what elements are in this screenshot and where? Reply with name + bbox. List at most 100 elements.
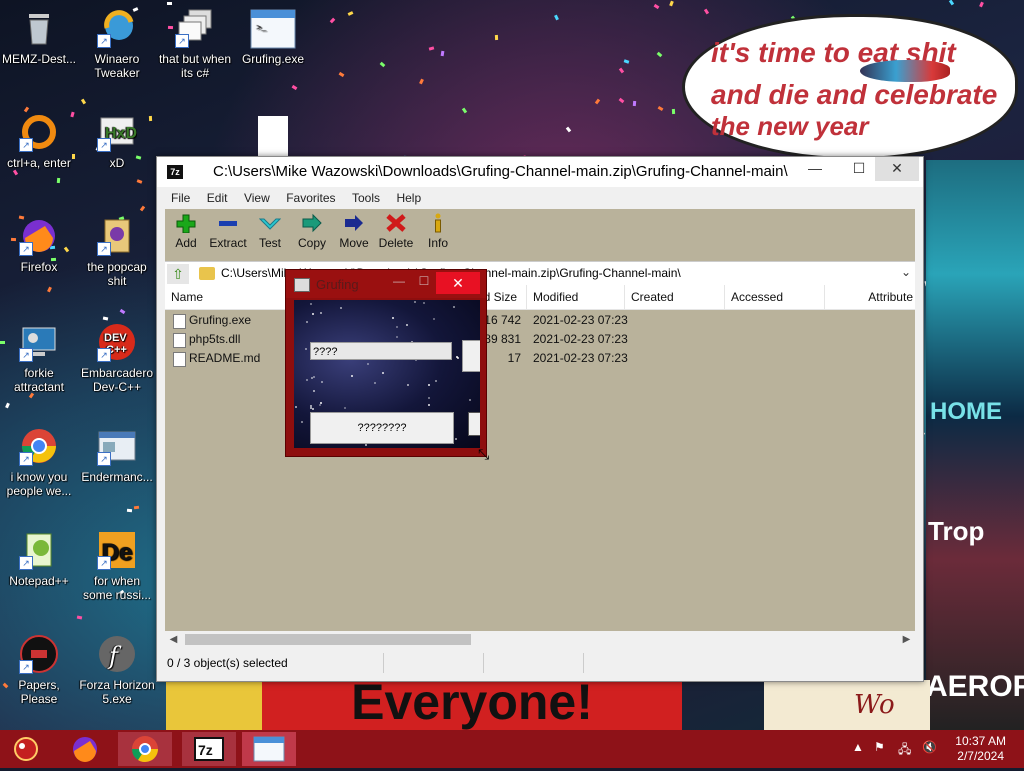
desktop-icon-devcpp[interactable]: DEV C++ ↗ Embarcadero Dev-C++ bbox=[78, 322, 156, 394]
star bbox=[428, 384, 430, 386]
horizontal-scrollbar[interactable]: ◀ ▶ bbox=[165, 631, 915, 648]
flag-icon[interactable]: ⚑ bbox=[874, 740, 885, 754]
grufing-side-button[interactable] bbox=[462, 340, 480, 372]
shortcut-arrow-icon: ↗ bbox=[97, 138, 111, 152]
network-icon[interactable]: 🖧 bbox=[898, 740, 911, 761]
desktop-icon-firefox[interactable]: ↗ Firefox bbox=[0, 216, 78, 274]
column-header-created[interactable]: Created bbox=[625, 285, 725, 309]
confetti-piece bbox=[80, 98, 87, 105]
confetti-piece bbox=[565, 126, 572, 133]
folder-up-button[interactable]: ⇧ bbox=[167, 264, 189, 284]
desktop-icon-label: the popcap shit bbox=[87, 260, 147, 288]
volume-muted-icon[interactable]: 🔇 bbox=[922, 740, 937, 754]
exe-file-icon bbox=[173, 314, 186, 329]
confetti-piece bbox=[632, 100, 637, 107]
desktop-icon-forkie[interactable]: ↗ forkie attractant bbox=[0, 322, 78, 394]
star bbox=[306, 379, 308, 381]
grufing-close-button[interactable]: ✕ bbox=[436, 272, 480, 294]
desktop-icon-chrome[interactable]: ↗ i know you people we... bbox=[0, 426, 78, 498]
folder-icon bbox=[199, 267, 215, 280]
desktop-icon-endermanch[interactable]: ↗ Endermanc... bbox=[78, 426, 156, 484]
taskbar-firefox[interactable] bbox=[58, 732, 112, 766]
star bbox=[456, 356, 458, 358]
star bbox=[428, 397, 430, 399]
maximize-button[interactable]: ☐ bbox=[412, 274, 436, 292]
chevron-down-icon[interactable]: ⌄ bbox=[901, 265, 911, 279]
confetti-piece bbox=[419, 78, 424, 85]
file-row[interactable]: php5ts.dll 89 831 2021-02-23 07:23 bbox=[165, 330, 915, 349]
desktop-icon-notepadpp[interactable]: ↗ Notepad++ bbox=[0, 530, 78, 588]
star bbox=[396, 336, 398, 338]
menu-view[interactable]: View bbox=[238, 187, 276, 209]
taskbar-7zip[interactable]: 7z bbox=[182, 732, 236, 766]
resize-cursor-icon: ⤡ bbox=[478, 446, 490, 462]
column-header-accessed[interactable]: Accessed bbox=[725, 285, 825, 309]
menu-edit[interactable]: Edit bbox=[201, 187, 234, 209]
grufing-titlebar[interactable]: Grufing — ☐ ✕ bbox=[286, 270, 486, 298]
menu-tools[interactable]: Tools bbox=[346, 187, 386, 209]
desktop-icon-winaero[interactable]: ↗ Winaero Tweaker bbox=[78, 8, 156, 80]
move-label: Move bbox=[339, 236, 369, 250]
desktop-icon-memz[interactable]: MEMZ-Dest... bbox=[0, 8, 78, 66]
app-window-icon bbox=[294, 278, 310, 292]
confetti-piece bbox=[119, 308, 126, 315]
taskbar-chrome[interactable] bbox=[118, 732, 172, 766]
add-button[interactable]: Add bbox=[165, 211, 207, 250]
desktop-icon-ctrl-a[interactable]: ↗ ctrl+a, enter bbox=[0, 112, 78, 170]
desktop-icon-popcap[interactable]: ↗ the popcap shit bbox=[78, 216, 156, 288]
confetti-piece bbox=[56, 177, 61, 184]
copy-button[interactable]: Copy bbox=[291, 211, 333, 250]
grufing-small-button[interactable] bbox=[468, 412, 480, 436]
show-hidden-icons-chevron-icon[interactable]: ▲ bbox=[852, 740, 864, 754]
grufing-main-button[interactable]: ???????? bbox=[310, 412, 454, 444]
menu-file[interactable]: File bbox=[165, 187, 196, 209]
column-header-attributes[interactable]: Attribute bbox=[825, 285, 915, 309]
address-bar: ⇧ C:\Users\Mike Wazowski\Downloads\Grufi… bbox=[165, 261, 915, 287]
desktop-icon-xd[interactable]: HxD ↗ xD bbox=[78, 112, 156, 170]
window-titlebar[interactable]: 7z C:\Users\Mike Wazowski\Downloads\Gruf… bbox=[157, 157, 923, 187]
star bbox=[313, 376, 315, 378]
confetti-piece bbox=[329, 17, 336, 24]
star bbox=[312, 313, 314, 315]
delete-button[interactable]: Delete bbox=[375, 211, 417, 250]
menu-help[interactable]: Help bbox=[390, 187, 427, 209]
scrollbar-thumb[interactable] bbox=[185, 634, 471, 645]
blank-file-icon[interactable] bbox=[258, 116, 288, 156]
meme-speech-bubble: it's time to eat shit and die and celebr… bbox=[682, 14, 1018, 160]
extract-button[interactable]: Extract bbox=[207, 211, 249, 250]
minimize-button[interactable]: — bbox=[793, 157, 837, 181]
confetti-piece bbox=[5, 402, 10, 409]
file-row[interactable]: Grufing.exe 16 742 2021-02-23 07:23 bbox=[165, 311, 915, 330]
star bbox=[313, 390, 315, 392]
info-button[interactable]: Info bbox=[417, 211, 459, 250]
start-button[interactable] bbox=[0, 732, 54, 766]
close-button[interactable]: ✕ bbox=[875, 157, 919, 181]
desktop-icon-grufing[interactable]: >_ Grufing.exe bbox=[234, 8, 312, 66]
desktop-icon-forza[interactable]: f Forza Horizon 5.exe bbox=[78, 634, 156, 706]
file-row[interactable]: README.md 17 2021-02-23 07:23 bbox=[165, 349, 915, 368]
confetti-piece bbox=[126, 508, 133, 513]
star bbox=[312, 408, 314, 410]
taskbar-grufing[interactable] bbox=[242, 732, 296, 766]
star bbox=[351, 375, 353, 377]
column-header-modified[interactable]: Modified bbox=[527, 285, 625, 309]
grufing-text-input[interactable]: ???? bbox=[310, 342, 452, 360]
menu-favorites[interactable]: Favorites bbox=[280, 187, 341, 209]
move-button[interactable]: Move bbox=[333, 211, 375, 250]
taskbar: 7z ▲ ⚑ 🖧 🔇 10:37 AM 2/7/2024 bbox=[0, 730, 1024, 768]
home-sign-text: HOME bbox=[930, 398, 1002, 425]
system-clock[interactable]: 10:37 AM 2/7/2024 bbox=[955, 734, 1006, 764]
scroll-left-icon[interactable]: ◀ bbox=[165, 631, 182, 648]
shortcut-arrow-icon: ↗ bbox=[19, 348, 33, 362]
desktop-icon-that-but-c[interactable]: ↗ that but when its c# bbox=[156, 8, 234, 80]
confetti-piece bbox=[656, 51, 663, 58]
neon-fish-image bbox=[860, 60, 950, 82]
test-button[interactable]: Test bbox=[249, 211, 291, 250]
file-modified: 2021-02-23 07:23 bbox=[533, 351, 628, 365]
selection-status: 0 / 3 object(s) selected bbox=[167, 656, 288, 670]
papers-please-icon: ↗ bbox=[19, 634, 59, 674]
desktop-icon-papers-please[interactable]: ↗ Papers, Please bbox=[0, 634, 78, 706]
scroll-right-icon[interactable]: ▶ bbox=[898, 631, 915, 648]
desktop-icon-russian[interactable]: De ↗ for when some russi... bbox=[78, 530, 156, 602]
minimize-button[interactable]: — bbox=[386, 274, 412, 292]
